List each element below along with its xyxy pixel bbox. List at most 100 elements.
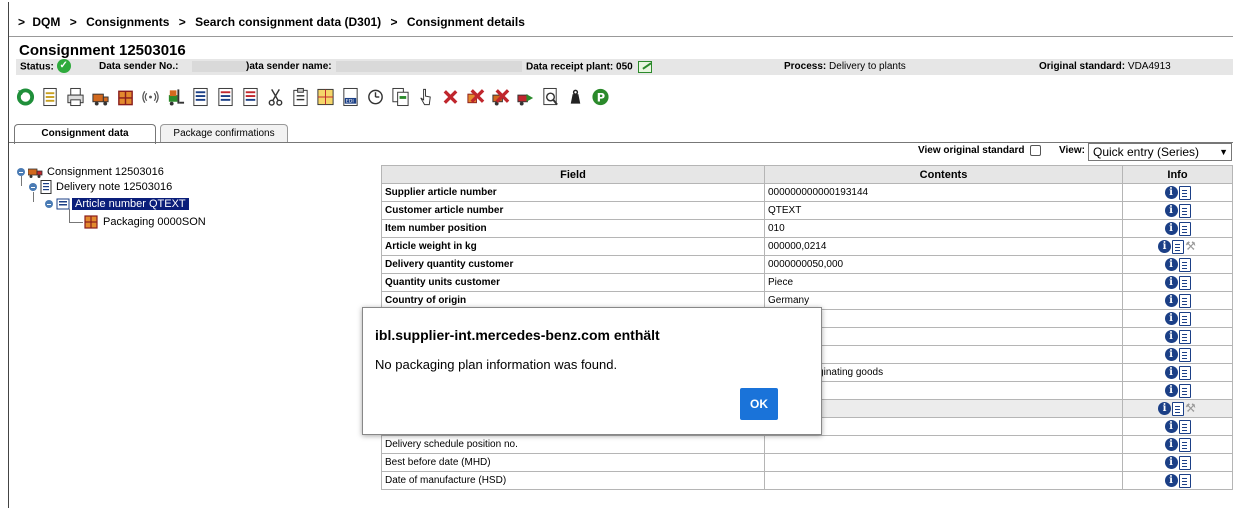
tab-consignment-data[interactable]: Consignment data	[14, 124, 156, 144]
edi-icon[interactable]: EDI	[341, 86, 360, 108]
document-red-icon[interactable]	[216, 86, 235, 108]
breadcrumb-item-consignments[interactable]: Consignments	[86, 15, 169, 29]
details-icon[interactable]	[1178, 203, 1191, 218]
details-icon[interactable]	[1172, 239, 1184, 254]
info-icon[interactable]: i	[1164, 294, 1178, 307]
document-icon[interactable]	[41, 86, 60, 108]
collapse-icon[interactable]	[29, 183, 37, 191]
truck-arrow-icon[interactable]	[516, 86, 535, 108]
document-red-2-icon[interactable]	[241, 86, 260, 108]
tab-package-confirmations[interactable]: Package confirmations	[160, 124, 288, 143]
details-icon[interactable]	[1178, 311, 1191, 326]
contents-cell[interactable]: Piece	[764, 273, 1123, 292]
history-icon[interactable]	[366, 86, 385, 108]
truck-icon[interactable]	[91, 86, 110, 108]
breadcrumb-item-details: Consignment details	[406, 15, 525, 29]
collapse-icon[interactable]	[45, 200, 53, 208]
p-icon[interactable]: P	[591, 86, 610, 108]
svg-text:P: P	[597, 90, 605, 104]
tree-node-delivery-note[interactable]: Delivery note 12503016	[29, 180, 172, 194]
info-icon[interactable]: i	[1164, 330, 1178, 343]
refresh-icon[interactable]	[16, 86, 35, 108]
forklift-icon[interactable]	[166, 86, 185, 108]
info-icon[interactable]: i	[1164, 258, 1178, 271]
info-icon[interactable]: i	[1164, 186, 1178, 199]
details-icon[interactable]	[1178, 293, 1191, 308]
collapse-icon[interactable]	[17, 168, 25, 176]
info-icon[interactable]: i	[1164, 384, 1178, 397]
contents-cell[interactable]	[764, 453, 1123, 472]
info-cell: i	[1122, 219, 1233, 238]
delete-package-icon[interactable]	[466, 86, 485, 108]
info-icon[interactable]: i	[1164, 366, 1178, 379]
magnifier-icon[interactable]	[541, 86, 560, 108]
tree-node-article[interactable]: Article number QTEXT	[45, 197, 189, 211]
weight-icon[interactable]	[566, 86, 585, 108]
edit-plant-icon[interactable]	[637, 61, 652, 73]
scissors-icon[interactable]	[266, 86, 285, 108]
pointer-icon[interactable]	[416, 86, 435, 108]
column-header-info: Info	[1122, 165, 1233, 184]
details-icon[interactable]	[1178, 419, 1191, 434]
ok-button[interactable]: OK	[740, 388, 778, 420]
tree-node-consignment[interactable]: Consignment 12503016	[17, 165, 164, 179]
info-icon[interactable]: i	[1164, 438, 1178, 451]
tree-line	[21, 176, 22, 186]
package-icon[interactable]	[116, 86, 135, 108]
details-icon[interactable]	[1178, 347, 1191, 362]
contents-cell[interactable]	[764, 435, 1123, 454]
table-icon[interactable]	[316, 86, 335, 108]
contents-cell[interactable]: QTEXT	[764, 201, 1123, 220]
svg-text:EDI: EDI	[346, 99, 354, 105]
tree-node-packaging[interactable]: Packaging 0000SON	[84, 215, 206, 229]
details-icon[interactable]	[1178, 257, 1191, 272]
breadcrumb-item-search[interactable]: Search consignment data (D301)	[195, 15, 381, 29]
info-icon[interactable]: i	[1164, 348, 1178, 361]
contents-cell[interactable]	[764, 471, 1123, 490]
info-icon[interactable]: i	[1164, 222, 1178, 235]
copy-icon[interactable]	[391, 86, 410, 108]
details-icon[interactable]	[1178, 329, 1191, 344]
delete-truck-icon[interactable]	[491, 86, 510, 108]
contents-cell[interactable]: 0000000050,000	[764, 255, 1123, 274]
info-icon[interactable]: i	[1164, 276, 1178, 289]
rfid-icon[interactable]	[141, 86, 160, 108]
tree-label: Consignment 12503016	[47, 166, 164, 178]
details-icon[interactable]	[1178, 275, 1191, 290]
document-list-icon[interactable]	[191, 86, 210, 108]
info-cell: i	[1122, 471, 1233, 490]
redacted-block	[192, 61, 248, 72]
details-icon[interactable]	[1178, 221, 1191, 236]
wrench-icon[interactable]: ⚒	[1184, 240, 1197, 253]
field-name-cell: Item number position	[381, 219, 765, 238]
details-icon[interactable]	[1178, 473, 1191, 488]
info-icon[interactable]: i	[1158, 402, 1171, 415]
details-icon[interactable]	[1178, 437, 1191, 452]
details-icon[interactable]	[1178, 185, 1191, 200]
info-icon[interactable]: i	[1158, 240, 1171, 253]
view-original-checkbox[interactable]	[1030, 145, 1042, 156]
package-icon	[84, 215, 98, 229]
wrench-icon[interactable]: ⚒	[1184, 402, 1197, 415]
info-icon[interactable]: i	[1164, 420, 1178, 433]
contents-cell[interactable]: 000000,0214	[764, 237, 1123, 256]
print-icon[interactable]	[66, 86, 85, 108]
details-icon[interactable]	[1172, 401, 1184, 416]
details-icon[interactable]	[1178, 383, 1191, 398]
info-icon[interactable]: i	[1164, 456, 1178, 469]
breadcrumb-item-dqm[interactable]: DQM	[32, 15, 60, 29]
delete-icon[interactable]	[441, 86, 460, 108]
dialog-message: No packaging plan information was found.	[375, 357, 618, 372]
info-icon[interactable]: i	[1164, 474, 1178, 487]
field-name-cell: Quantity units customer	[381, 273, 765, 292]
info-icon[interactable]: i	[1164, 312, 1178, 325]
tree-line	[69, 209, 70, 223]
info-icon[interactable]: i	[1164, 204, 1178, 217]
view-select[interactable]: Quick entry (Series) ▼	[1088, 143, 1232, 161]
original-standard-info: Original standard: VDA4913	[1039, 61, 1171, 72]
contents-cell[interactable]: 000000000000193144	[764, 183, 1123, 202]
clipboard-icon[interactable]	[291, 86, 310, 108]
details-icon[interactable]	[1178, 455, 1191, 470]
details-icon[interactable]	[1178, 365, 1191, 380]
contents-cell[interactable]: 010	[764, 219, 1123, 238]
